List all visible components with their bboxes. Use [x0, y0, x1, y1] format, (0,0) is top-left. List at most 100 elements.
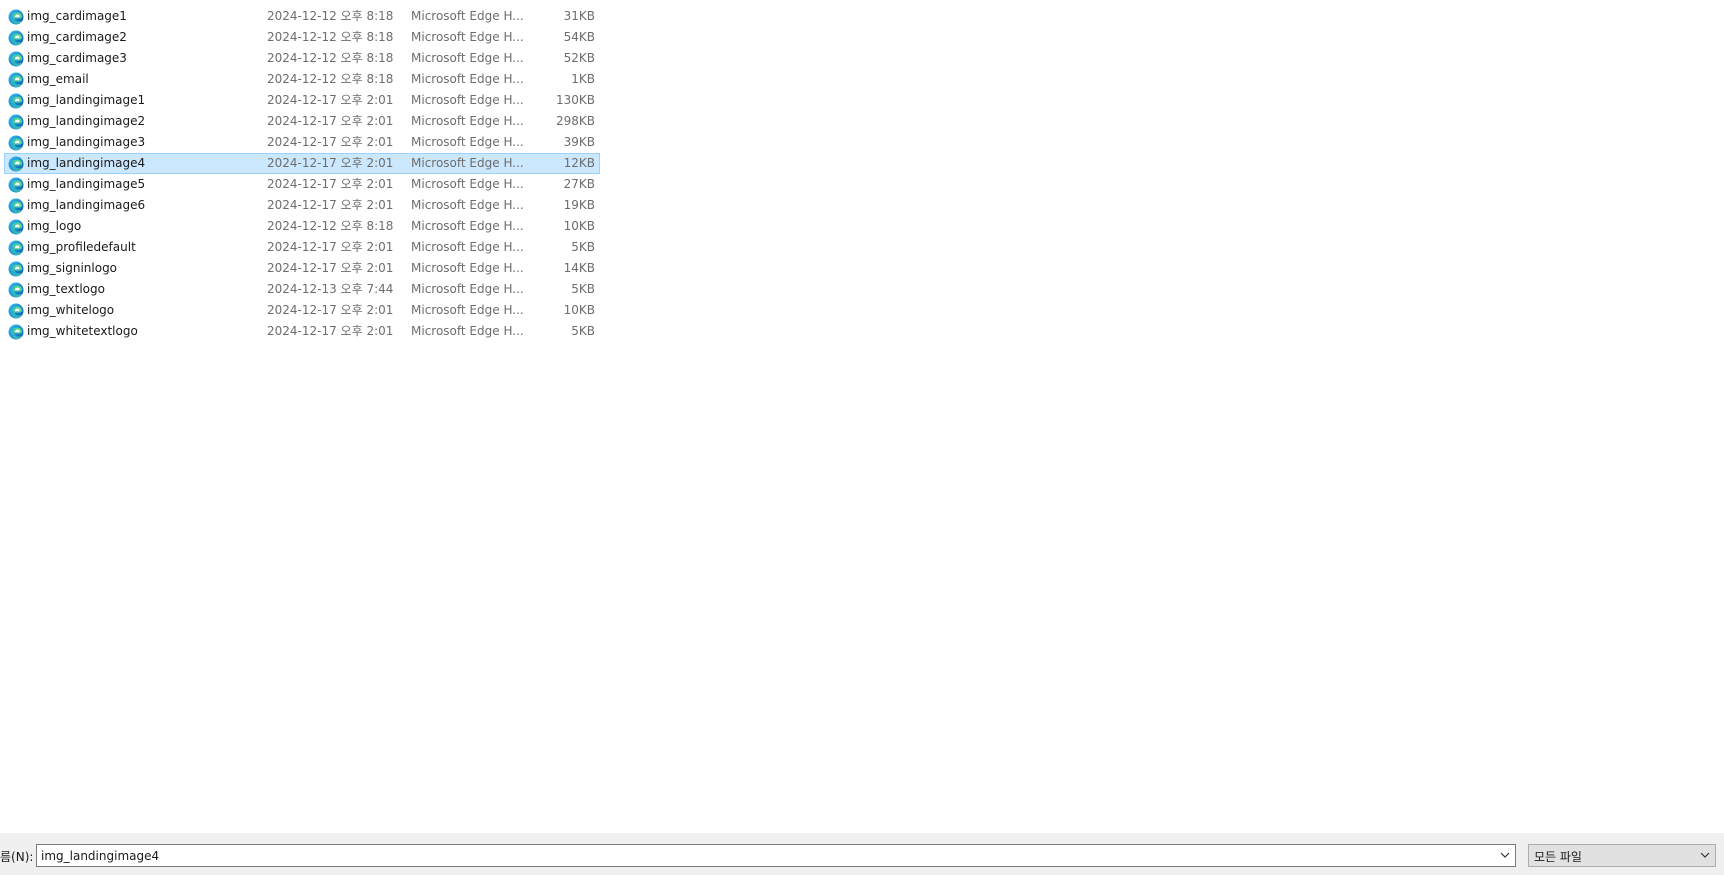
file-name: img_cardimage2 — [27, 30, 127, 44]
file-row[interactable]: img_whitetextlogo 2024-12-17 오후 2:01 Mic… — [4, 321, 600, 342]
file-name: img_landingimage4 — [27, 156, 146, 170]
filetype-select[interactable]: 모든 파일 — [1528, 844, 1716, 867]
file-date: 2024-12-17 오후 2:01 — [267, 93, 394, 107]
file-type: Microsoft Edge H... — [411, 156, 523, 170]
file-date: 2024-12-13 오후 7:44 — [267, 282, 394, 296]
file-name: img_email — [27, 72, 89, 86]
edge-icon — [8, 51, 24, 67]
filename-label: 름(N): — [0, 850, 34, 864]
file-type: Microsoft Edge H... — [411, 114, 523, 128]
file-size: 1KB — [571, 72, 595, 86]
file-name: img_landingimage1 — [27, 93, 146, 107]
file-type: Microsoft Edge H... — [411, 240, 523, 254]
file-row[interactable]: img_cardimage2 2024-12-12 오후 8:18 Micros… — [4, 27, 600, 48]
file-date: 2024-12-12 오후 8:18 — [267, 72, 394, 86]
file-name: img_whitelogo — [27, 303, 115, 317]
file-type: Microsoft Edge H... — [411, 93, 523, 107]
file-size: 298KB — [555, 114, 595, 128]
file-row[interactable]: img_landingimage2 2024-12-17 오후 2:01 Mic… — [4, 111, 600, 132]
file-size: 14KB — [563, 261, 595, 275]
file-size: 5KB — [571, 324, 595, 338]
file-type: Microsoft Edge H... — [411, 30, 523, 44]
file-row[interactable]: img_email 2024-12-12 오후 8:18 Microsoft E… — [4, 69, 600, 90]
file-size: 5KB — [571, 240, 595, 254]
file-size: 12KB — [563, 156, 595, 170]
chevron-down-icon[interactable] — [1695, 845, 1715, 866]
chevron-down-icon[interactable] — [1495, 845, 1515, 866]
file-size: 10KB — [563, 219, 595, 233]
file-date: 2024-12-17 오후 2:01 — [267, 135, 394, 149]
file-type: Microsoft Edge H... — [411, 303, 523, 317]
edge-icon — [8, 93, 24, 109]
file-date: 2024-12-17 오후 2:01 — [267, 156, 394, 170]
file-name: img_landingimage3 — [27, 135, 146, 149]
edge-icon — [8, 30, 24, 46]
file-row[interactable]: img_landingimage5 2024-12-17 오후 2:01 Mic… — [4, 174, 600, 195]
file-name: img_landingimage5 — [27, 177, 146, 191]
file-type: Microsoft Edge H... — [411, 51, 523, 65]
edge-icon — [8, 303, 24, 319]
file-row[interactable]: img_signinlogo 2024-12-17 오후 2:01 Micros… — [4, 258, 600, 279]
edge-icon — [8, 240, 24, 256]
file-row[interactable]: img_textlogo 2024-12-13 오후 7:44 Microsof… — [4, 279, 600, 300]
file-row[interactable]: img_whitelogo 2024-12-17 오후 2:01 Microso… — [4, 300, 600, 321]
file-type: Microsoft Edge H... — [411, 219, 523, 233]
file-row[interactable]: img_landingimage1 2024-12-17 오후 2:01 Mic… — [4, 90, 600, 111]
file-date: 2024-12-17 오후 2:01 — [267, 198, 394, 212]
file-row[interactable]: img_landingimage3 2024-12-17 오후 2:01 Mic… — [4, 132, 600, 153]
file-date: 2024-12-12 오후 8:18 — [267, 9, 394, 23]
file-type: Microsoft Edge H... — [411, 177, 523, 191]
edge-icon — [8, 219, 24, 235]
file-type: Microsoft Edge H... — [411, 72, 523, 86]
file-date: 2024-12-17 오후 2:01 — [267, 303, 394, 317]
edge-icon — [8, 135, 24, 151]
file-row[interactable]: img_landingimage6 2024-12-17 오후 2:01 Mic… — [4, 195, 600, 216]
edge-icon — [8, 72, 24, 88]
edge-icon — [8, 282, 24, 298]
filename-input[interactable] — [39, 846, 1483, 865]
file-size: 54KB — [563, 30, 595, 44]
file-type: Microsoft Edge H... — [411, 261, 523, 275]
file-row[interactable]: img_cardimage1 2024-12-12 오후 8:18 Micros… — [4, 6, 600, 27]
file-type: Microsoft Edge H... — [411, 9, 523, 23]
filename-combobox[interactable] — [36, 844, 1516, 867]
file-size: 27KB — [563, 177, 595, 191]
file-name: img_textlogo — [27, 282, 105, 296]
file-date: 2024-12-12 오후 8:18 — [267, 51, 394, 65]
file-date: 2024-12-17 오후 2:01 — [267, 240, 394, 254]
dialog-bottom-bar: 름(N): 모든 파일 — [0, 833, 1724, 875]
file-date: 2024-12-17 오후 2:01 — [267, 177, 394, 191]
file-name: img_whitetextlogo — [27, 324, 138, 338]
file-name: img_signinlogo — [27, 261, 118, 275]
file-size: 19KB — [563, 198, 595, 212]
file-date: 2024-12-12 오후 8:18 — [267, 30, 394, 44]
edge-icon — [8, 9, 24, 25]
file-row[interactable]: img_profiledefault 2024-12-17 오후 2:01 Mi… — [4, 237, 600, 258]
file-type: Microsoft Edge H... — [411, 135, 523, 149]
file-size: 31KB — [563, 9, 595, 23]
file-name: img_landingimage6 — [27, 198, 146, 212]
file-name: img_cardimage3 — [27, 51, 127, 65]
file-date: 2024-12-17 오후 2:01 — [267, 261, 394, 275]
file-size: 10KB — [563, 303, 595, 317]
file-date: 2024-12-12 오후 8:18 — [267, 219, 394, 233]
edge-icon — [8, 261, 24, 277]
edge-icon — [8, 114, 24, 130]
file-size: 130KB — [555, 93, 595, 107]
file-name: img_cardimage1 — [27, 9, 127, 23]
edge-icon — [8, 177, 24, 193]
file-name: img_logo — [27, 219, 82, 233]
file-size: 39KB — [563, 135, 595, 149]
filetype-value: 모든 파일 — [1534, 850, 1582, 864]
file-date: 2024-12-17 오후 2:01 — [267, 114, 394, 128]
file-name: img_landingimage2 — [27, 114, 146, 128]
file-size: 52KB — [563, 51, 595, 65]
file-row[interactable]: img_landingimage4 2024-12-17 오후 2:01 Mic… — [4, 153, 600, 174]
file-date: 2024-12-17 오후 2:01 — [267, 324, 394, 338]
file-row[interactable]: img_cardimage3 2024-12-12 오후 8:18 Micros… — [4, 48, 600, 69]
edge-icon — [8, 156, 24, 172]
file-type: Microsoft Edge H... — [411, 198, 523, 212]
file-row[interactable]: img_logo 2024-12-12 오후 8:18 Microsoft Ed… — [4, 216, 600, 237]
file-size: 5KB — [571, 282, 595, 296]
file-list[interactable]: img_cardimage1 2024-12-12 오후 8:18 Micros… — [0, 6, 1724, 826]
